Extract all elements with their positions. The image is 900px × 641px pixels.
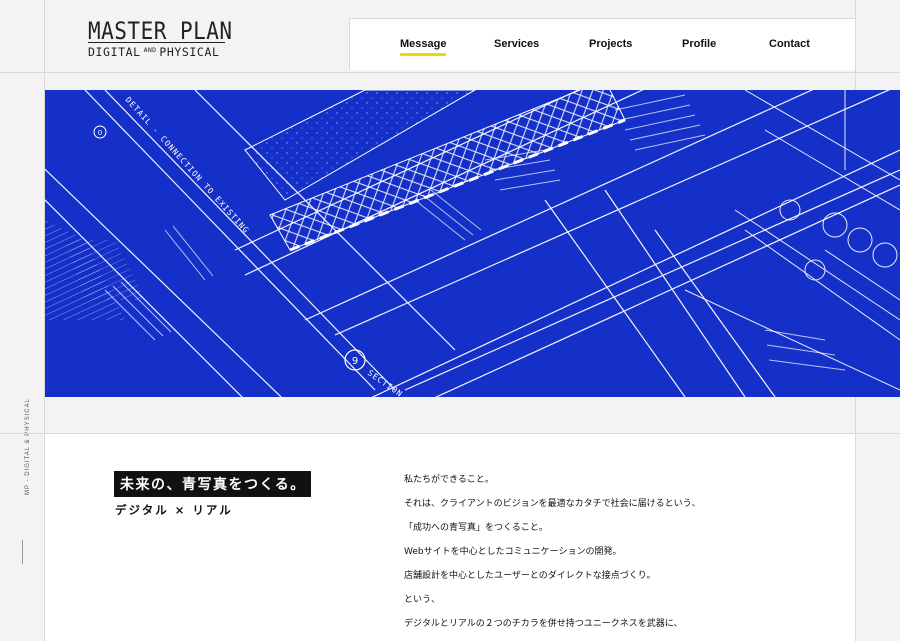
nav-projects[interactable]: Projects — [589, 38, 632, 50]
site-logo[interactable]: MASTER PLAN DIGITAL AND PHYSICAL — [88, 17, 232, 59]
message-paragraph: デジタルとリアルの２つのチカラを併せ持つユニークネスを武器に、 — [404, 619, 683, 629]
side-vertical-text: MP - DIGITAL & PHYSICAL — [25, 398, 31, 495]
main-nav: Message Services Projects Profile Contac… — [349, 18, 855, 70]
hero-blueprint-image: 9 0 DETAIL - CONNECTION TO EXISTING SECT… — [45, 90, 900, 397]
message-body: 私たちができること。 それは、クライアントのビジョンを最適なカタチで社会に届ける… — [404, 475, 844, 641]
logo-rule — [88, 42, 225, 43]
logo-subtitle-right: PHYSICAL — [159, 45, 220, 59]
message-paragraph: 私たちができること。 — [404, 475, 494, 485]
logo-subtitle-and: AND — [143, 46, 157, 54]
guide-line-top — [0, 72, 900, 73]
side-tick-line — [22, 540, 23, 564]
nav-profile[interactable]: Profile — [682, 38, 716, 50]
logo-subtitle: DIGITAL AND PHYSICAL — [88, 45, 220, 59]
nav-message[interactable]: Message — [400, 38, 447, 56]
nav-contact[interactable]: Contact — [769, 38, 810, 50]
message-paragraph: 「成功への青写真」をつくること。 — [404, 523, 548, 533]
logo-subtitle-left: DIGITAL — [88, 45, 141, 59]
grid-bubble-label: 9 — [352, 356, 358, 367]
message-subtitle: デジタル × リアル — [115, 503, 233, 517]
message-paragraph: Webサイトを中心としたコミュニケーションの開発。 — [404, 547, 622, 557]
guide-line-mid — [0, 433, 900, 434]
message-paragraph: という、 — [404, 595, 441, 605]
message-paragraph: 店舗設計を中心としたユーザーとのダイレクトな接点づくり。 — [404, 571, 656, 581]
message-paragraph: それは、クライアントのビジョンを最適なカタチで社会に届けるという、 — [404, 499, 701, 509]
nav-services[interactable]: Services — [494, 38, 539, 50]
small-bubble-label: 0 — [98, 129, 102, 137]
logo-title: MASTER PLAN — [88, 17, 233, 45]
message-tagline: 未来の、青写真をつくる。 — [114, 471, 311, 497]
blueprint-drawing: 9 0 DETAIL - CONNECTION TO EXISTING SECT… — [45, 90, 900, 397]
message-section: 未来の、青写真をつくる。 デジタル × リアル 私たちができること。 それは、ク… — [45, 433, 855, 641]
